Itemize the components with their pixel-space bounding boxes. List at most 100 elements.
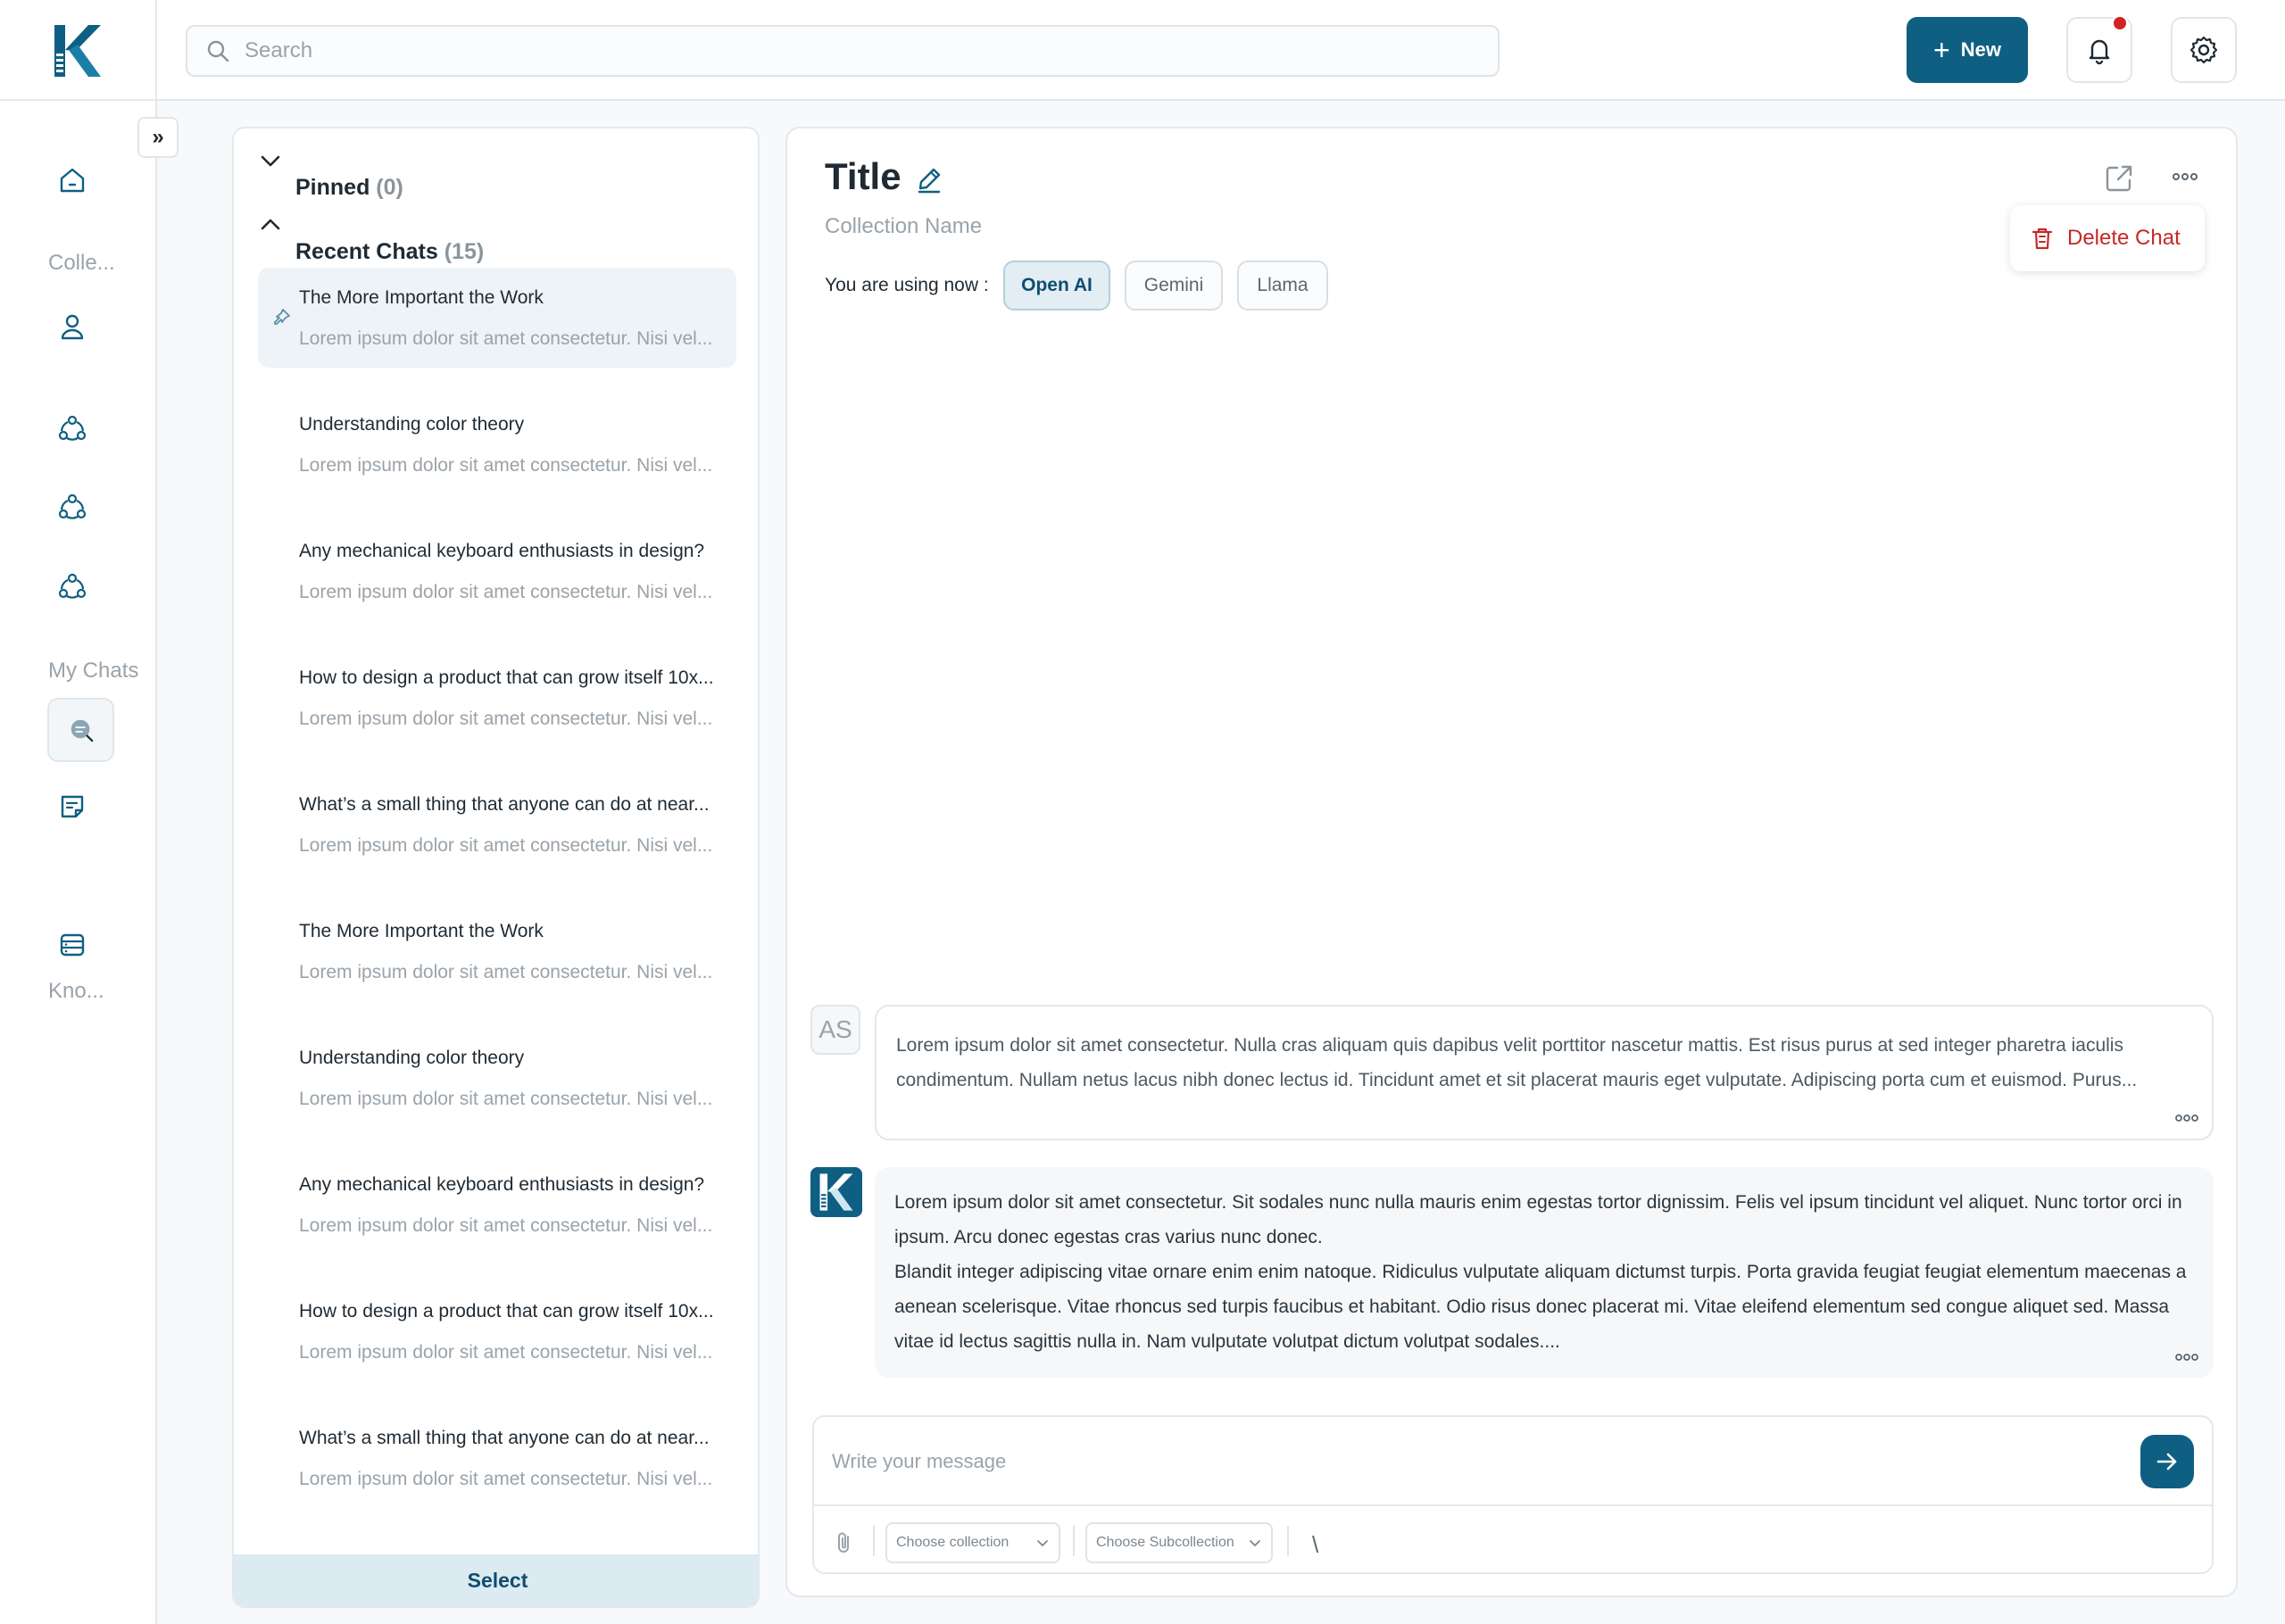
- new-chat-button[interactable]: + New: [1907, 17, 2028, 83]
- send-button[interactable]: [2140, 1435, 2194, 1488]
- settings-button[interactable]: [2171, 17, 2237, 83]
- chat-list-item[interactable]: Any mechanical keyboard enthusiasts in d…: [258, 521, 736, 621]
- chevron-down-icon: [1037, 1540, 1048, 1546]
- rail-label-knowledge: Kno...: [48, 979, 104, 1003]
- top-bar: + New: [0, 0, 2285, 101]
- external-link-icon[interactable]: [2103, 162, 2135, 195]
- toolbar-divider: [1287, 1526, 1289, 1556]
- chat-list-panel: Pinned (0) Recent Chats (15) The More Im…: [232, 127, 760, 1608]
- slash-command-button[interactable]: \: [1312, 1531, 1318, 1559]
- chat-list-item[interactable]: Understanding color theory Lorem ipsum d…: [258, 1028, 736, 1128]
- notification-dot: [2112, 15, 2128, 31]
- collection-dropdown-label: Choose collection: [896, 1535, 1010, 1550]
- chat-item-snippet: Lorem ipsum dolor sit amet consectetur. …: [299, 1469, 713, 1489]
- chat-list-item[interactable]: What’s a small thing that anyone can do …: [258, 1408, 736, 1508]
- delete-chat-label: Delete Chat: [2067, 226, 2181, 250]
- chevron-up-icon: [261, 219, 280, 230]
- chat-item-snippet: Lorem ipsum dolor sit amet consectetur. …: [299, 582, 713, 602]
- toolbar-divider: [1073, 1526, 1075, 1556]
- chat-list-item[interactable]: How to design a product that can grow it…: [258, 1281, 736, 1381]
- plus-icon: +: [1933, 34, 1950, 66]
- knowledge-nav[interactable]: [54, 926, 91, 964]
- home-icon: [60, 168, 85, 193]
- notes-nav[interactable]: [54, 788, 91, 825]
- composer-toolbar: Choose collection Choose Subcollection \: [814, 1504, 2212, 1574]
- chat-list-item[interactable]: Understanding color theory Lorem ipsum d…: [258, 394, 736, 494]
- model-option-openai[interactable]: Open AI: [1003, 261, 1110, 311]
- chat-list-item[interactable]: Any mechanical keyboard enthusiasts in d…: [258, 1155, 736, 1255]
- recent-count: (15): [444, 239, 485, 264]
- message-input[interactable]: [832, 1444, 2117, 1479]
- message-more-icon[interactable]: [2174, 1112, 2199, 1124]
- chat-item-snippet: Lorem ipsum dolor sit amet consectetur. …: [299, 455, 713, 476]
- recent-label: Recent Chats: [295, 239, 438, 264]
- chat-item-snippet: Lorem ipsum dolor sit amet consectetur. …: [299, 328, 713, 349]
- collection-name: Collection Name: [825, 214, 983, 238]
- collection-nav-3[interactable]: [54, 568, 91, 605]
- user-message-text: Lorem ipsum dolor sit amet consectetur. …: [896, 1035, 2138, 1090]
- chat-search-icon: [71, 719, 93, 742]
- user-nav[interactable]: [54, 308, 91, 345]
- collection-dropdown[interactable]: Choose collection: [885, 1522, 1060, 1563]
- chat-title: Title: [825, 155, 902, 197]
- chevron-down-icon: [261, 155, 280, 167]
- chat-item-title: Any mechanical keyboard enthusiasts in d…: [299, 1174, 705, 1195]
- new-chat-label: New: [1960, 38, 2001, 61]
- delete-chat-menu-item[interactable]: Delete Chat: [2010, 205, 2205, 271]
- search-bar[interactable]: [186, 25, 1500, 77]
- chat-item-title: Any mechanical keyboard enthusiasts in d…: [299, 541, 705, 561]
- chevron-down-icon: [1250, 1540, 1260, 1546]
- collection-nav-2[interactable]: [54, 488, 91, 526]
- pin-icon[interactable]: [270, 307, 292, 328]
- chat-item-snippet: Lorem ipsum dolor sit amet consectetur. …: [299, 1215, 713, 1236]
- pinned-section-header[interactable]: Pinned (0): [258, 148, 736, 200]
- chat-item-snippet: Lorem ipsum dolor sit amet consectetur. …: [299, 1089, 713, 1109]
- pinned-label: Pinned: [295, 175, 370, 200]
- assistant-message-paragraph: Lorem ipsum dolor sit amet consectetur. …: [894, 1192, 2182, 1247]
- chat-list-item[interactable]: The More Important the Work Lorem ipsum …: [258, 901, 736, 1001]
- chat-item-title: What’s a small thing that anyone can do …: [299, 794, 710, 815]
- bell-icon: [2089, 39, 2110, 65]
- pencil-icon[interactable]: [914, 164, 944, 195]
- chat-item-title: Understanding color theory: [299, 1048, 525, 1068]
- left-rail: Colle... My Chats Kno...: [0, 101, 157, 1624]
- chat-list-item[interactable]: How to design a product that can grow it…: [258, 648, 736, 748]
- assistant-avatar: [810, 1167, 862, 1217]
- chat-panel: Title Collection Name You are using now …: [785, 127, 2238, 1597]
- more-options-icon[interactable]: [2171, 166, 2199, 187]
- paperclip-icon[interactable]: [832, 1529, 857, 1556]
- expand-sidebar-button[interactable]: »: [137, 117, 179, 158]
- rail-label-collections: Colle...: [48, 251, 115, 275]
- rail-label-my-chats: My Chats: [48, 659, 139, 683]
- chat-item-title: What’s a small thing that anyone can do …: [299, 1428, 710, 1448]
- logo[interactable]: [0, 0, 157, 101]
- collection-nav-1[interactable]: [54, 410, 91, 447]
- assistant-message: Lorem ipsum dolor sit amet consectetur. …: [875, 1167, 2214, 1378]
- model-option-gemini[interactable]: Gemini: [1125, 261, 1223, 311]
- chat-item-title: How to design a product that can grow it…: [299, 1301, 714, 1322]
- message-more-icon[interactable]: [2174, 1351, 2199, 1363]
- chat-list-item[interactable]: What’s a small thing that anyone can do …: [258, 775, 736, 874]
- arrow-right-icon: [2156, 1453, 2177, 1471]
- model-option-llama[interactable]: Llama: [1237, 261, 1328, 311]
- user-avatar: AS: [810, 1005, 860, 1055]
- trash-icon: [2032, 228, 2053, 250]
- select-button[interactable]: Select: [234, 1554, 758, 1606]
- subcollection-dropdown[interactable]: Choose Subcollection: [1085, 1522, 1273, 1563]
- chat-item-snippet: Lorem ipsum dolor sit amet consectetur. …: [299, 1342, 713, 1363]
- search-input[interactable]: [245, 38, 1476, 63]
- subcollection-dropdown-label: Choose Subcollection: [1096, 1535, 1234, 1550]
- chat-item-title: How to design a product that can grow it…: [299, 667, 714, 688]
- home-nav[interactable]: [54, 162, 91, 199]
- network-icon: [58, 415, 87, 441]
- database-icon: [60, 933, 85, 957]
- note-icon: [61, 795, 84, 818]
- chat-list-item[interactable]: The More Important the Work Lorem ipsum …: [258, 268, 736, 368]
- network-icon: [58, 493, 87, 519]
- search-icon: [207, 40, 229, 62]
- k-logo-icon: [54, 24, 101, 77]
- my-chats-nav[interactable]: [47, 698, 114, 762]
- recent-section-header[interactable]: Recent Chats (15): [258, 212, 736, 264]
- chat-item-title: The More Important the Work: [299, 921, 544, 941]
- user-message: Lorem ipsum dolor sit amet consectetur. …: [875, 1005, 2214, 1140]
